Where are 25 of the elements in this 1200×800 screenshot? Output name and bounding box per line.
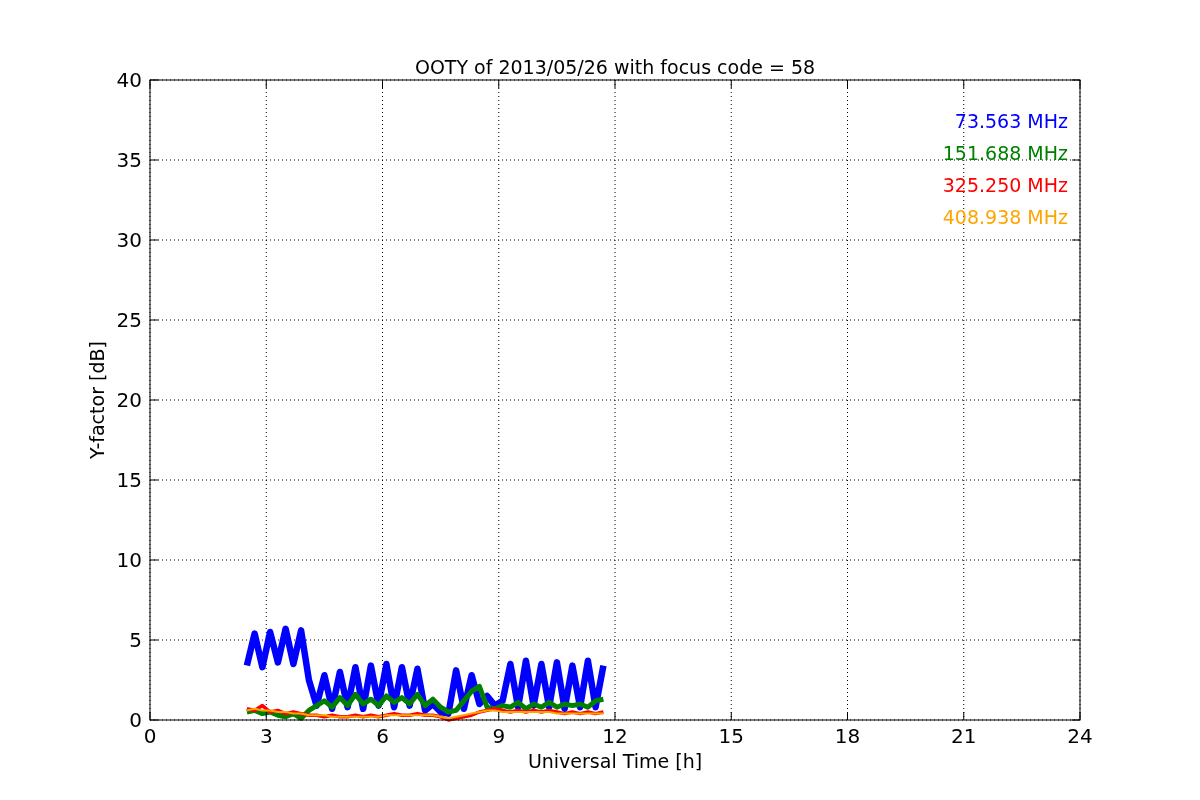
x-axis-label: Universal Time [h]: [527, 750, 703, 772]
legend-label: 408.938 MHz: [942, 206, 1068, 228]
tick-label: 0: [129, 708, 142, 732]
tick-label: 18: [834, 724, 861, 748]
tick-label: 30: [116, 228, 142, 252]
legend-label: 151.688 MHz: [942, 142, 1068, 164]
tick-label: 40: [116, 68, 142, 92]
legend-label: 325.250 MHz: [942, 174, 1068, 196]
tick-label: 25: [116, 308, 142, 332]
tick-label: 21: [951, 724, 977, 748]
tick-label: 3: [259, 724, 273, 748]
tick-label: 10: [116, 548, 142, 572]
tick-label: 24: [1067, 724, 1093, 748]
legend-label: 73.563 MHz: [954, 110, 1068, 132]
tick-label: 9: [492, 724, 506, 748]
tick-label: 15: [116, 468, 142, 492]
y-axis-label: Y-factor [dB]: [86, 341, 108, 459]
tick-label: 0: [143, 724, 157, 748]
chart-title: OOTY of 2013/05/26 with focus code = 58: [414, 56, 816, 78]
tick-label: 5: [129, 628, 142, 652]
tick-label: 20: [116, 388, 142, 412]
tick-label: 6: [376, 724, 389, 748]
tick-label: 12: [602, 724, 628, 748]
tick-label: 15: [718, 724, 744, 748]
tick-label: 35: [116, 148, 142, 172]
